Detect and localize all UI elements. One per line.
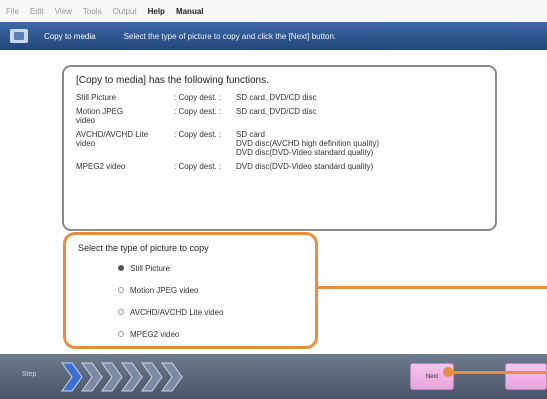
radio-button[interactable] xyxy=(118,287,124,293)
option-label: AVCHD/AVCHD Lite video xyxy=(130,307,224,317)
option-label: MPEG2 video xyxy=(130,329,180,339)
picture-type-option[interactable]: Still Picture xyxy=(78,257,303,279)
page-instruction: Select the type of picture to copy and c… xyxy=(123,31,337,41)
menu-manual[interactable]: Manual xyxy=(176,7,204,16)
step-chevron-current xyxy=(61,362,83,392)
callout-line-next xyxy=(452,371,547,374)
option-label: Motion JPEG video xyxy=(130,285,199,295)
radio-button[interactable] xyxy=(118,331,124,337)
menu-file[interactable]: File xyxy=(6,7,19,16)
callout-line-selection xyxy=(318,286,547,289)
function-dest-label: : Copy dest. : xyxy=(174,130,222,139)
function-destination: DVD disc(DVD-Video standard quality) xyxy=(236,162,374,171)
function-dest-label: : Copy dest. : xyxy=(174,107,222,116)
functions-title: [Copy to media] has the following functi… xyxy=(76,75,269,86)
step-progress xyxy=(61,362,183,392)
radio-button[interactable] xyxy=(118,265,124,271)
step-chevron xyxy=(81,362,103,392)
picture-type-option[interactable]: Motion JPEG video xyxy=(78,279,303,301)
picture-type-option[interactable]: AVCHD/AVCHD Lite video xyxy=(78,301,303,323)
picture-type-title: Select the type of picture to copy xyxy=(78,243,209,253)
function-destination: SD card, DVD/CD disc xyxy=(236,93,317,102)
function-dest-label: : Copy dest. : xyxy=(174,93,222,102)
menu-help[interactable]: Help xyxy=(148,7,165,16)
wizard-footer: Step Next xyxy=(0,354,547,399)
function-destination: SD card, DVD/CD disc xyxy=(236,107,317,116)
function-row: MPEG2 video : Copy dest. : DVD disc(DVD-Vi… xyxy=(76,162,483,171)
copy-media-icon xyxy=(10,29,28,43)
step-chevron xyxy=(101,362,123,392)
radio-button[interactable] xyxy=(118,309,124,315)
step-chevron xyxy=(121,362,143,392)
menu-tools[interactable]: Tools xyxy=(83,7,102,16)
step-chevron xyxy=(141,362,163,392)
page-title: Copy to media xyxy=(44,31,96,41)
function-dest-label: : Copy dest. : xyxy=(174,162,222,171)
menu-output[interactable]: Output xyxy=(113,7,137,16)
function-row: Still Picture : Copy dest. : SD card, DVD/… xyxy=(76,93,483,102)
function-type: AVCHD/AVCHD Lite video xyxy=(76,130,149,148)
function-type: Motion JPEG video xyxy=(76,107,124,125)
menu-bar: File Edit View Tools Output Help Manual xyxy=(0,0,547,22)
function-row: Motion JPEG video : Copy dest. : SD card, … xyxy=(76,107,483,125)
title-header: Copy to media Select the type of picture… xyxy=(0,22,547,50)
main-content: [Copy to media] has the following functi… xyxy=(0,50,547,354)
step-label: Step xyxy=(22,371,37,378)
option-label: Still Picture xyxy=(130,263,171,273)
function-type: Still Picture xyxy=(76,93,117,102)
function-type: MPEG2 video xyxy=(76,162,126,171)
cancel-button[interactable] xyxy=(505,363,547,390)
menu-view[interactable]: View xyxy=(55,7,72,16)
menu-edit[interactable]: Edit xyxy=(30,7,44,16)
function-destination: SD card DVD disc(AVCHD high definition q… xyxy=(236,130,380,157)
function-row: AVCHD/AVCHD Lite video : Copy dest. : SD c… xyxy=(76,130,483,157)
picture-type-panel: Select the type of picture to copy Still… xyxy=(63,232,318,349)
functions-panel: [Copy to media] has the following functi… xyxy=(62,65,497,231)
picture-type-option[interactable]: MPEG2 video xyxy=(78,323,303,345)
step-chevron xyxy=(161,362,183,392)
